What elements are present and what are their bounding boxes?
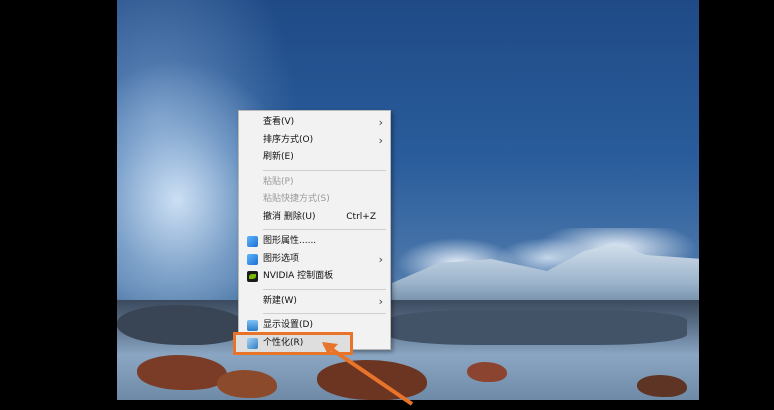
menu-item-paste-shortcut[interactable]: 粘贴快捷方式(S) (239, 191, 390, 209)
wallpaper-rock (637, 375, 687, 397)
menu-item-label: 个性化(R) (263, 337, 304, 348)
menu-item-label: 图形选项 (263, 253, 300, 264)
chevron-right-icon: › (378, 133, 383, 147)
wallpaper-rock (217, 370, 277, 398)
menu-item-nvidia-control-panel[interactable]: NVIDIA 控制面板 (239, 268, 390, 286)
wallpaper-rock (387, 310, 687, 345)
chevron-right-icon: › (378, 116, 383, 129)
menu-separator (263, 229, 386, 230)
menu-item-label: NVIDIA 控制面板 (263, 271, 334, 281)
menu-item-label: 图形属性...... (263, 236, 317, 246)
graphics-icon (247, 253, 258, 265)
desktop-context-menu: 查看(V) › 排序方式(O) › 刷新(E) 粘贴(P) 粘贴快捷方式(S) … (233, 110, 391, 355)
menu-separator (263, 169, 386, 171)
menu-separator (263, 288, 386, 290)
chevron-right-icon: › (378, 294, 383, 308)
wallpaper-rock (117, 305, 247, 345)
menu-item-label: 粘贴快捷方式(S) (263, 194, 330, 204)
desktop-wallpaper[interactable] (117, 0, 699, 400)
menu-item-graphics-properties[interactable]: 图形属性...... (239, 233, 390, 251)
menu-item-personalize[interactable]: 个性化(R) (233, 331, 353, 355)
menu-item-label: 刷新(E) (263, 152, 294, 162)
menu-separator (263, 313, 386, 314)
graphics-icon (247, 236, 258, 247)
menu-item-label: 新建(W) (263, 295, 297, 306)
menu-item-new[interactable]: 新建(W) › (239, 293, 390, 311)
wallpaper-rock (467, 362, 507, 382)
menu-item-shortcut: Ctrl+Z (346, 211, 376, 222)
menu-item-view[interactable]: 查看(V) › (239, 114, 390, 132)
menu-item-paste[interactable]: 粘贴(P) (239, 174, 390, 192)
menu-item-graphics-options[interactable]: 图形选项 › (239, 251, 390, 269)
menu-item-label: 查看(V) (263, 117, 295, 127)
personalize-icon (247, 337, 258, 349)
wallpaper-rock (317, 360, 427, 400)
menu-item-label: 撤消 删除(U) (263, 211, 316, 222)
menu-item-sort-by[interactable]: 排序方式(O) › (239, 132, 390, 150)
menu-item-label: 排序方式(O) (263, 134, 314, 145)
menu-item-label: 显示设置(D) (263, 320, 313, 330)
menu-item-refresh[interactable]: 刷新(E) (239, 149, 390, 167)
display-settings-icon (247, 320, 258, 331)
wallpaper-rock (137, 355, 227, 390)
menu-item-undo-delete[interactable]: 撤消 删除(U) Ctrl+Z (239, 209, 390, 227)
chevron-right-icon: › (378, 252, 383, 266)
menu-item-label: 粘贴(P) (263, 176, 294, 187)
nvidia-icon (247, 271, 258, 282)
menu-item-display-settings[interactable]: 显示设置(D) (239, 317, 390, 335)
